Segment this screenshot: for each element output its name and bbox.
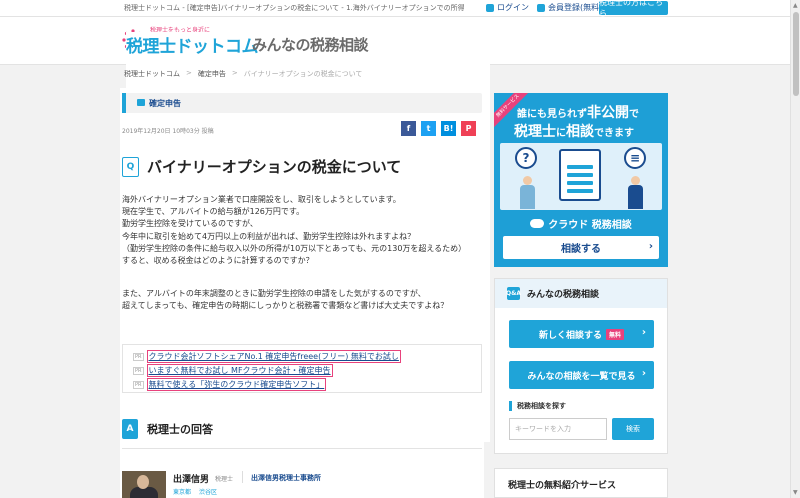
consult-button[interactable]: 相談する › — [503, 236, 659, 259]
body-line: 勤労学生控除を受けているのですが、 — [122, 219, 258, 229]
person-icon — [628, 176, 643, 209]
body-line: 海外バイナリーオプション業者で口座開設をし、取引をしようとしています。 — [122, 195, 401, 204]
answerer-location: 東京都 渋谷区 — [173, 487, 217, 496]
category-tab[interactable]: 確定申告 — [122, 93, 482, 113]
login-label: ログイン — [497, 3, 529, 12]
search-button[interactable]: 検索 — [612, 418, 654, 440]
scrollbar-thumb[interactable] — [793, 12, 799, 96]
body-line: 今年中に取引を始めて4万円以上の利益が出れば、勤労学生控除は外れますよね？ — [122, 231, 416, 241]
ad-item: PR 無料で使える「弥生のクラウド確定申告ソフト」 — [133, 378, 327, 391]
banner-service-name: クラウド 税務相談 — [500, 215, 662, 231]
breadcrumb-current: バイナリーオプションの税金について — [243, 70, 363, 78]
question-badge: Q — [122, 156, 139, 177]
free-badge: 無料 — [606, 328, 625, 340]
panel-title: みんなの税務相談 — [527, 290, 600, 300]
edit-icon — [537, 3, 545, 12]
new-consultation-button[interactable]: 新しく相談する 無料 › — [509, 320, 654, 348]
register-label: 会員登録(無料) — [548, 3, 603, 12]
ad-box: PR クラウド会計ソフトシェアNo.1 確定申告freee(フリー) 無料でお試… — [122, 344, 482, 393]
twitter-share-button[interactable]: t — [421, 121, 436, 136]
body-line: すると、収める税金はどのように計算するのですか？ — [122, 256, 314, 266]
ad-link[interactable]: 無料で使える「弥生のクラウド確定申告ソフト」 — [146, 378, 327, 391]
question-bubble-icon: ? — [515, 147, 537, 169]
body-line: また、アルバイトの年末調整のときに勤労学生控除の申請をした気がするのですが、 — [122, 289, 426, 299]
ad-tag: PR — [133, 366, 144, 375]
category-label: 確定申告 — [149, 99, 181, 108]
question-heading: Q バイナリーオプションの税金について — [122, 156, 401, 177]
main-content: 確定申告 2019年12月20日 10時03分 投稿 f t B! P Q バイ… — [120, 88, 484, 498]
breadcrumb-separator-icon: > — [231, 69, 238, 77]
share-buttons: f t B! P — [401, 121, 476, 136]
consultation-list-button[interactable]: みんなの相談を一覧で見る › — [509, 361, 654, 389]
scrollbar[interactable]: ▲ ▼ — [790, 0, 800, 498]
ad-link[interactable]: いますぐ無料でお試し MFクラウド会計・確定申告 — [146, 364, 333, 377]
qa-icon: Q&A — [506, 287, 521, 300]
banner-line1: 誰にも見られず非公開で — [517, 105, 639, 121]
answerer-profile: 出澤信男 税理士 出澤信男税理士事務所 東京都 渋谷区 — [122, 471, 482, 498]
divider — [242, 471, 243, 483]
question-body: 海外バイナリーオプション業者で口座開設をし、取引をしようとしています。 現在学生… — [122, 194, 482, 313]
banner-line2: 税理士に相談できます — [514, 124, 634, 140]
breadcrumb-separator-icon: > — [186, 69, 192, 77]
logo-service: みんなの税務相談 — [252, 36, 369, 54]
search-label: 税務相談を探す — [509, 401, 566, 411]
breadcrumb: 税理士ドットコム > 確定申告 > バイナリーオプションの税金について — [124, 69, 362, 79]
answer-heading: A 税理士の回答 — [122, 419, 213, 439]
advisor-button[interactable]: 税理士の方はこちら — [599, 0, 668, 18]
panel-header: Q&A みんなの税務相談 — [495, 279, 667, 308]
cloud-icon — [530, 218, 545, 228]
chevron-right-icon: › — [648, 241, 653, 252]
answerer-office[interactable]: 出澤信男税理士事務所 — [251, 473, 321, 483]
body-line: 超えてしまっても、確定申告の時期にしっかりと税務署で書類など書けば大丈夫ですよね… — [122, 301, 449, 311]
avatar[interactable] — [122, 471, 166, 498]
site-header: 税理士をもっと身近に 税理士ドットコム みんなの税務相談 — [0, 17, 790, 442]
post-date: 2019年12月20日 10時03分 投稿 — [122, 128, 214, 135]
tax-consultation-panel: Q&A みんなの税務相談 新しく相談する 無料 › みんなの相談を一覧で見る ›… — [494, 278, 668, 454]
consultation-banner[interactable]: 無料サービス 誰にも見られず非公開で 税理士に相談できます ? ≡ クラウド 税… — [494, 93, 668, 267]
ad-tag: PR — [133, 352, 144, 361]
hatena-share-button[interactable]: B! — [441, 121, 456, 136]
answerer-name[interactable]: 出澤信男 — [173, 472, 209, 485]
answerer-role: 税理士 — [215, 476, 234, 483]
body-line: （勤労学生控除の条件に給与収入以外の所得が10万以下とあっても、元の130万を超… — [122, 243, 467, 253]
ad-item: PR クラウド会計ソフトシェアNo.1 確定申告freee(フリー) 無料でお試… — [133, 350, 401, 363]
person-icon — [520, 176, 535, 209]
scroll-down-icon[interactable]: ▼ — [793, 489, 798, 496]
category-accent-bar — [122, 93, 126, 113]
list-bubble-icon: ≡ — [624, 147, 646, 169]
answer-badge: A — [122, 419, 138, 439]
lock-icon — [486, 3, 494, 12]
advisor-referral-panel: 税理士の無料紹介サービス — [494, 468, 668, 498]
scroll-up-icon[interactable]: ▲ — [793, 2, 798, 9]
divider — [122, 448, 482, 449]
answerer-city[interactable]: 渋谷区 — [199, 487, 217, 496]
ad-link[interactable]: クラウド会計ソフトシェアNo.1 確定申告freee(フリー) 無料でお試し — [146, 350, 401, 363]
facebook-share-button[interactable]: f — [401, 121, 416, 136]
ad-tag: PR — [133, 380, 144, 389]
top-bar: 税理士ドットコム - [確定申告]バイナリーオプションの税金について - 1.海… — [0, 0, 790, 18]
chevron-right-icon: › — [641, 327, 646, 338]
folder-icon — [137, 99, 145, 106]
answer-title: 税理士の回答 — [147, 423, 213, 436]
answerer-prefecture[interactable]: 東京都 — [173, 487, 191, 496]
breadcrumb-category[interactable]: 確定申告 — [198, 69, 226, 79]
question-title: バイナリーオプションの税金について — [147, 158, 402, 176]
banner-illustration: ? ≡ — [500, 143, 662, 210]
chevron-right-icon: › — [641, 368, 646, 379]
register-link[interactable]: 会員登録(無料) — [537, 2, 602, 13]
phone-icon — [559, 149, 601, 201]
pocket-share-button[interactable]: P — [461, 121, 476, 136]
ad-item: PR いますぐ無料でお試し MFクラウド会計・確定申告 — [133, 364, 333, 377]
page-tagline: 税理士ドットコム - [確定申告]バイナリーオプションの税金について - 1.海… — [124, 4, 464, 12]
breadcrumb-home[interactable]: 税理士ドットコム — [124, 69, 180, 79]
body-line: 現在学生で、アルバイトの給与額が126万円です。 — [122, 207, 305, 217]
login-link[interactable]: ログイン — [486, 2, 529, 13]
panel-title: 税理士の無料紹介サービス — [508, 481, 617, 491]
keyword-search-input[interactable]: キーワードを入力 — [509, 418, 607, 440]
